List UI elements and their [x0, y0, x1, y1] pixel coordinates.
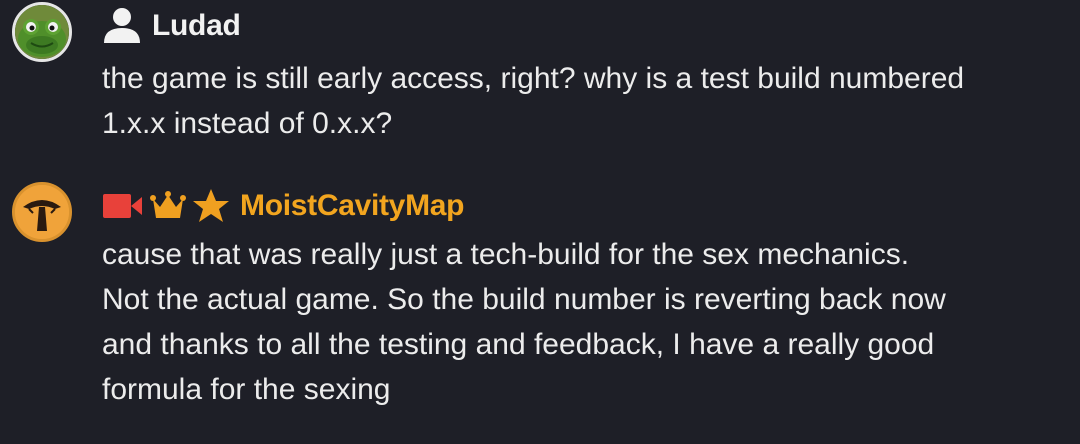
frog-avatar[interactable] [12, 2, 72, 62]
mushroom-logo-avatar[interactable] [12, 182, 72, 242]
crown-icon [150, 190, 186, 222]
message-header: Ludad [102, 6, 241, 46]
user-icon [102, 7, 142, 45]
username[interactable]: MoistCavityMap [240, 189, 464, 223]
message-text: the game is still early access, right? w… [102, 62, 965, 140]
username[interactable]: Ludad [152, 9, 241, 43]
star-icon [192, 188, 230, 224]
video-camera-icon [102, 190, 144, 222]
message-text: cause that was really just a tech-build … [102, 238, 946, 406]
chat-thread: Ludad the game is still early access, ri… [0, 0, 1080, 444]
message-header: MoistCavityMap [102, 186, 464, 226]
